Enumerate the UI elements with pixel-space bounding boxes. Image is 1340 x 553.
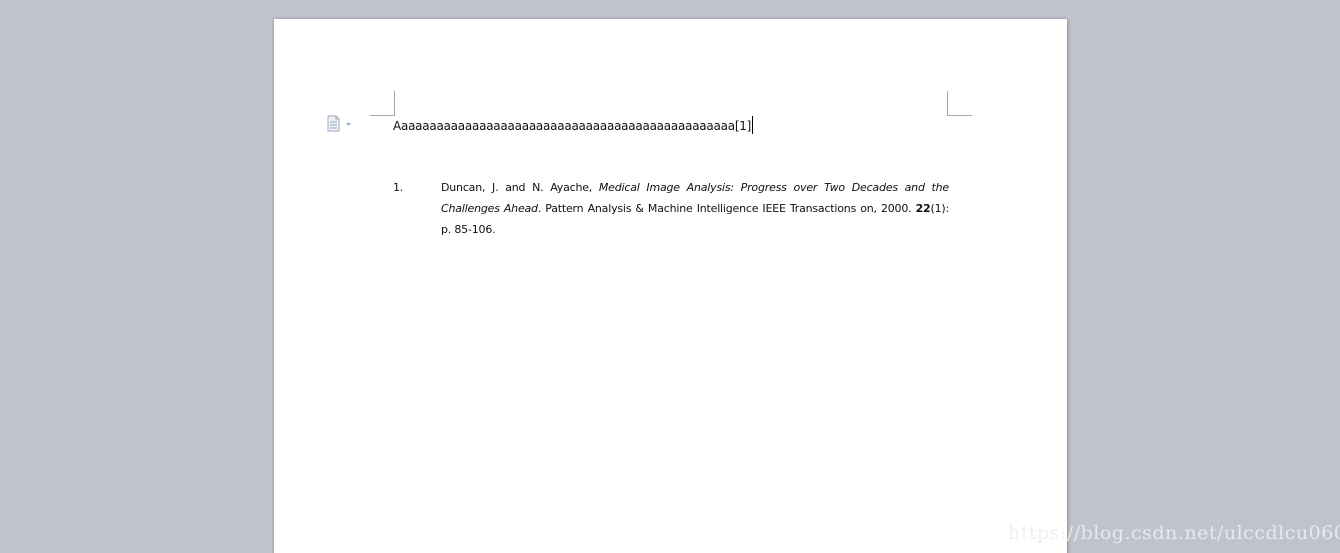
reference-journal: Pattern Analysis & Machine Intelligence … — [545, 202, 916, 215]
reference-entry[interactable]: 1. Duncan, J. and N. Ayache, Medical Ima… — [393, 177, 949, 240]
reference-number: 1. — [393, 181, 404, 194]
margin-corner-top-left — [370, 91, 395, 116]
margin-corner-top-right — [947, 91, 972, 116]
reference-volume: 22 — [915, 202, 931, 215]
citation-marker[interactable]: [1] — [735, 119, 752, 133]
reference-authors: Duncan, J. and N. Ayache, — [441, 181, 599, 194]
clipboard-icon — [327, 115, 351, 132]
text-cursor — [752, 116, 754, 134]
paste-options-button[interactable] — [326, 115, 356, 133]
bibliography: 1. Duncan, J. and N. Ayache, Medical Ima… — [393, 177, 949, 240]
body-text: Aaaaaaaaaaaaaaaaaaaaaaaaaaaaaaaaaaaaaaaa… — [393, 119, 735, 133]
body-paragraph[interactable]: Aaaaaaaaaaaaaaaaaaaaaaaaaaaaaaaaaaaaaaaa… — [393, 116, 754, 134]
chevron-down-icon — [346, 123, 351, 126]
document-page[interactable]: Aaaaaaaaaaaaaaaaaaaaaaaaaaaaaaaaaaaaaaaa… — [274, 19, 1067, 553]
watermark-url: https://blog.csdn.net/ulccdlcu060 — [1008, 522, 1340, 544]
document-workspace: Aaaaaaaaaaaaaaaaaaaaaaaaaaaaaaaaaaaaaaaa… — [0, 0, 1340, 553]
